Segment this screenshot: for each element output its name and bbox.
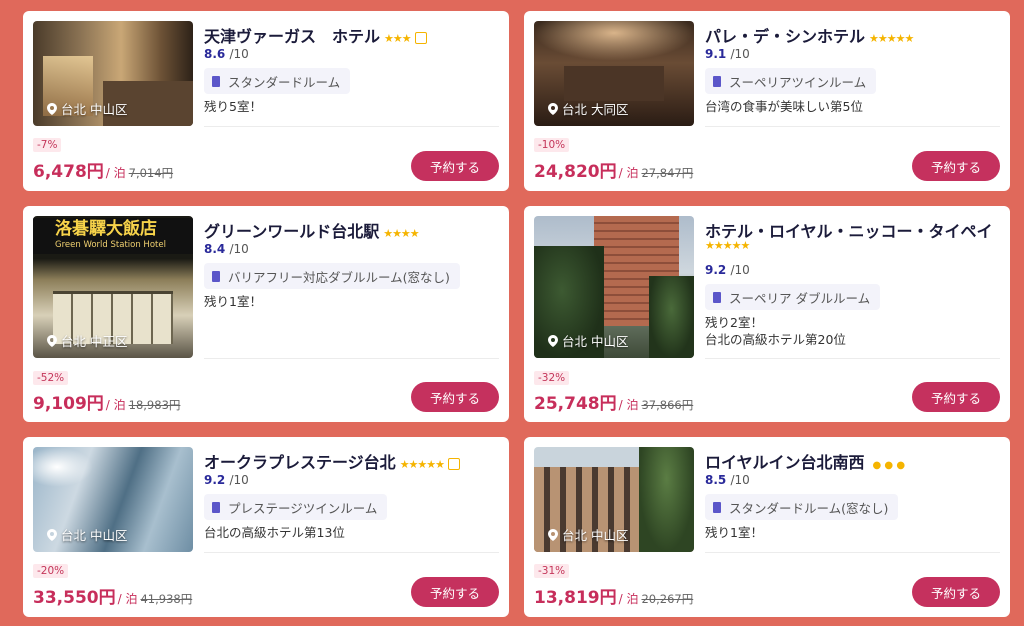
room-type: スタンダードルーム bbox=[204, 68, 351, 94]
room-type: プレステージツインルーム bbox=[204, 494, 388, 520]
location-text: 台北 中正区 bbox=[61, 334, 128, 349]
verified-badge-icon bbox=[448, 457, 460, 470]
hotel-photo[interactable]: 台北 中山区 bbox=[33, 447, 193, 552]
discount-badge: -7% bbox=[33, 138, 62, 152]
discount-badge: -31% bbox=[534, 564, 570, 578]
hotel-photo[interactable]: 台北 大同区 bbox=[534, 21, 694, 126]
review-score: 9.2 /10 bbox=[204, 473, 249, 487]
dot-rating: ● ● ● bbox=[872, 460, 906, 471]
location-label: 台北 中山区 bbox=[47, 525, 127, 544]
hotel-card[interactable]: 洛碁驛大飯店 Green World Station Hotel 台北 中正区 … bbox=[23, 206, 509, 422]
hotel-card[interactable]: 台北 中山区 オークラプレステージ台北 ★★★★★ 9.2 /10 プレステージツ… bbox=[23, 437, 509, 617]
door-icon bbox=[212, 501, 220, 513]
price: 25,748円 / 泊 37,866円 bbox=[534, 394, 694, 414]
original-price: 18,983円 bbox=[128, 398, 181, 412]
ranking-note: 台北の高級ホテル第20位 bbox=[705, 332, 846, 347]
location-pin-icon bbox=[47, 102, 57, 115]
review-score: 9.1 /10 bbox=[705, 47, 750, 61]
location-text: 台北 中山区 bbox=[562, 528, 629, 543]
location-pin-icon bbox=[47, 528, 57, 541]
hotel-photo[interactable]: 洛碁驛大飯店 Green World Station Hotel 台北 中正区 bbox=[33, 216, 193, 358]
discount-badge: -20% bbox=[33, 564, 69, 578]
star-rating: ★★★ bbox=[384, 32, 412, 45]
location-label: 台北 中山区 bbox=[548, 331, 628, 350]
door-icon bbox=[713, 291, 721, 303]
hotel-name[interactable]: ロイヤルイン台北南西 ● ● ● bbox=[705, 449, 905, 473]
review-score: 9.2 /10 bbox=[705, 263, 750, 277]
hotel-photo[interactable]: 台北 中山区 bbox=[534, 447, 694, 552]
original-price: 20,267円 bbox=[641, 592, 694, 606]
location-label: 台北 大同区 bbox=[548, 99, 628, 118]
review-score: 8.5 /10 bbox=[705, 473, 750, 487]
hotel-name[interactable]: オークラプレステージ台北 ★★★★★ bbox=[204, 449, 460, 473]
room-type: スーペリア ダブルルーム bbox=[705, 284, 881, 310]
verified-badge-icon bbox=[414, 31, 427, 44]
location-text: 台北 中山区 bbox=[61, 528, 128, 543]
divider bbox=[705, 126, 1000, 127]
star-rating: ★★★★★ bbox=[869, 32, 914, 45]
location-label: 台北 中山区 bbox=[47, 99, 127, 118]
price: 24,820円 / 泊 27,847円 bbox=[534, 162, 694, 182]
discount-badge: -52% bbox=[33, 371, 69, 385]
hotel-name[interactable]: 天津ヴァーガス ホテル ★★★ bbox=[204, 23, 427, 47]
original-price: 41,938円 bbox=[140, 592, 193, 606]
ranking-note: 台北の高級ホテル第13位 bbox=[204, 525, 345, 540]
divider bbox=[204, 358, 499, 359]
hotel-card[interactable]: 台北 中山区 ホテル・ロイヤル・ニッコー・タイペイ ★★★★★ 9.2 /10 … bbox=[524, 206, 1010, 422]
review-score: 8.4 /10 bbox=[204, 242, 249, 256]
availability-note: 残り5室！ bbox=[204, 99, 262, 114]
discount-badge: -32% bbox=[534, 371, 570, 385]
divider bbox=[204, 126, 499, 127]
hotel-name[interactable]: パレ・デ・シンホテル ★★★★★ bbox=[705, 23, 914, 47]
availability-note: 残り2室！ bbox=[705, 315, 763, 330]
location-text: 台北 中山区 bbox=[61, 102, 128, 117]
book-button[interactable]: 予約する bbox=[912, 151, 1000, 181]
hotel-sign: 洛碁驛大飯店 Green World Station Hotel bbox=[33, 218, 193, 254]
location-pin-icon bbox=[548, 528, 558, 541]
door-icon bbox=[713, 75, 721, 87]
hotel-card[interactable]: 台北 中山区 天津ヴァーガス ホテル ★★★ 8.6 /10 スタンダードルーム … bbox=[23, 11, 509, 191]
door-icon bbox=[212, 270, 220, 282]
location-pin-icon bbox=[548, 334, 558, 347]
hotel-card[interactable]: 台北 中山区 ロイヤルイン台北南西 ● ● ● 8.5 /10 スタンダードルーム… bbox=[524, 437, 1010, 617]
price: 33,550円 / 泊 41,938円 bbox=[33, 588, 193, 608]
discount-badge: -10% bbox=[534, 138, 570, 152]
location-pin-icon bbox=[548, 102, 558, 115]
room-type: スーペリアツインルーム bbox=[705, 68, 877, 94]
divider bbox=[705, 552, 1000, 553]
book-button[interactable]: 予約する bbox=[411, 151, 499, 181]
review-score: 8.6 /10 bbox=[204, 47, 249, 61]
location-pin-icon bbox=[47, 334, 57, 347]
room-type: バリアフリー対応ダブルルーム(窓なし) bbox=[204, 263, 460, 289]
location-label: 台北 中山区 bbox=[548, 525, 628, 544]
book-button[interactable]: 予約する bbox=[411, 577, 499, 607]
hotel-card[interactable]: 台北 大同区 パレ・デ・シンホテル ★★★★★ 9.1 /10 スーペリアツインル… bbox=[524, 11, 1010, 191]
location-label: 台北 中正区 bbox=[47, 331, 127, 350]
location-text: 台北 大同区 bbox=[562, 102, 629, 117]
hotel-photo[interactable]: 台北 中山区 bbox=[33, 21, 193, 126]
price: 13,819円 / 泊 20,267円 bbox=[534, 588, 694, 608]
availability-note: 残り1室！ bbox=[204, 294, 262, 309]
door-icon bbox=[212, 75, 220, 87]
price: 6,478円 / 泊 7,014円 bbox=[33, 162, 174, 182]
location-text: 台北 中山区 bbox=[562, 334, 629, 349]
book-button[interactable]: 予約する bbox=[912, 577, 1000, 607]
price: 9,109円 / 泊 18,983円 bbox=[33, 394, 181, 414]
divider bbox=[705, 358, 1000, 359]
divider bbox=[204, 552, 499, 553]
availability-note: 残り1室！ bbox=[705, 525, 763, 540]
book-button[interactable]: 予約する bbox=[912, 382, 1000, 412]
original-price: 37,866円 bbox=[641, 398, 694, 412]
star-rating: ★★★★ bbox=[383, 227, 419, 240]
hotel-name[interactable]: グリーンワールド台北駅 ★★★★ bbox=[204, 218, 420, 242]
star-rating: ★★★★★ bbox=[705, 239, 750, 252]
book-button[interactable]: 予約する bbox=[411, 382, 499, 412]
ranking-note: 台湾の食事が美味しい第5位 bbox=[705, 99, 863, 114]
room-type: スタンダードルーム(窓なし) bbox=[705, 494, 899, 520]
door-icon bbox=[713, 501, 721, 513]
hotel-photo[interactable]: 台北 中山区 bbox=[534, 216, 694, 358]
original-price: 27,847円 bbox=[641, 166, 694, 180]
star-rating: ★★★★★ bbox=[399, 458, 445, 471]
original-price: 7,014円 bbox=[128, 166, 174, 180]
